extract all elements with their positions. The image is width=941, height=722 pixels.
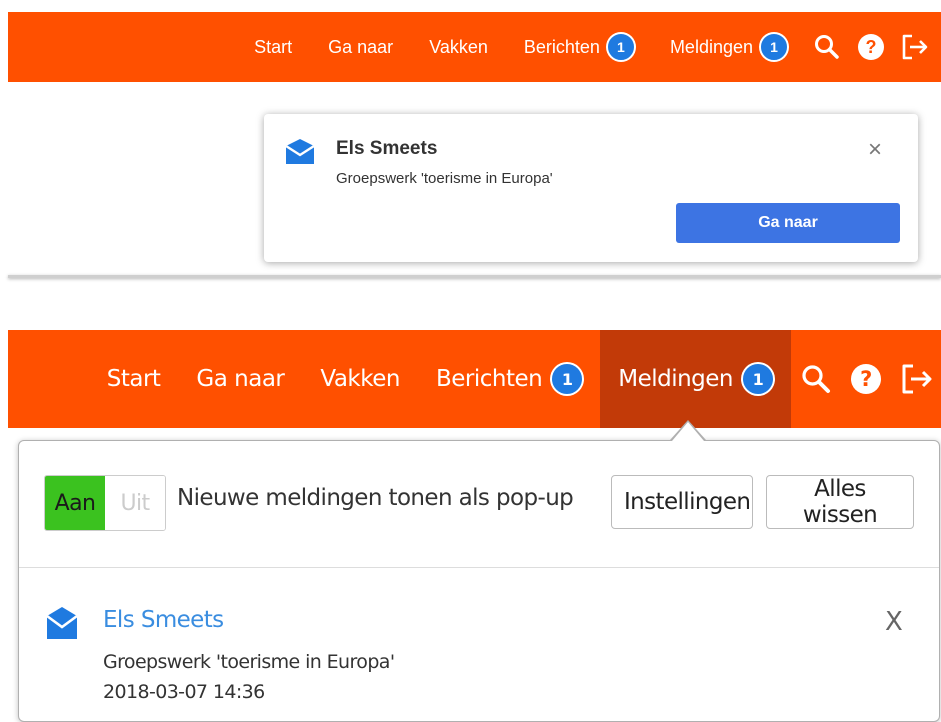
logout-button[interactable] [893,12,937,82]
toast-subject: Groepswerk 'toerisme in Europa' [336,170,553,187]
settings-button[interactable]: Instellingen [611,475,753,529]
nav-start[interactable]: Start [89,330,179,428]
toast-goto-button[interactable]: Ga naar [676,203,900,243]
panel-divider [19,567,939,568]
notification-sender-link[interactable]: Els Smeets [103,607,224,633]
toggle-off-option[interactable]: Uit [105,476,165,530]
notifications-badge: 1 [743,364,773,394]
nav-messages[interactable]: Berichten 1 [418,330,600,428]
toast-sender: Els Smeets [336,138,438,159]
search-icon [802,365,830,393]
nav-goto-label: Ga naar [328,36,394,57]
nav-goto[interactable]: Ga naar [310,12,411,82]
top-navbar: Start Ga naar Vakken Berichten 1 Melding… [8,12,941,82]
help-icon: ? [858,34,884,60]
nav-courses[interactable]: Vakken [411,12,506,82]
envelope-icon [285,139,315,164]
search-button[interactable] [805,12,849,82]
help-icon: ? [851,364,881,394]
nav-courses-label: Vakken [429,36,488,57]
notifications-panel: Aan Uit Nieuwe meldingen tonen als pop-u… [18,440,940,722]
search-icon [815,35,839,59]
nav-notifications-label: Meldingen [618,366,733,392]
notifications-badge: 1 [761,34,787,60]
logout-icon [902,364,932,394]
nav-start[interactable]: Start [236,12,310,82]
popup-toggle[interactable]: Aan Uit [44,475,166,531]
logout-button[interactable] [891,330,941,428]
nav-courses-label: Vakken [320,366,400,392]
toggle-on-option[interactable]: Aan [45,476,105,530]
nav-start-label: Start [106,366,161,392]
popup-setting-label: Nieuwe meldingen tonen als pop-up [177,485,574,511]
nav-messages-label: Berichten [435,366,543,392]
help-button[interactable]: ? [849,12,893,82]
notification-toast: Els Smeets Groepswerk 'toerisme in Europ… [264,114,918,262]
nav-messages[interactable]: Berichten 1 [506,12,652,82]
envelope-icon [46,607,78,639]
nav-messages-label: Berichten [523,36,600,57]
search-button[interactable] [791,330,841,428]
help-button[interactable]: ? [841,330,891,428]
panel-caret-fill [672,422,704,441]
nav-courses[interactable]: Vakken [302,330,418,428]
notification-subject: Groepswerk 'toerisme in Europa' [103,651,395,673]
nav-goto[interactable]: Ga naar [178,330,302,428]
section-divider [8,275,941,278]
logout-icon [902,34,928,60]
notification-close-icon[interactable]: X [885,607,903,637]
nav-start-label: Start [254,36,293,57]
clear-all-button[interactable]: Alles wissen [766,475,914,529]
nav-goto-label: Ga naar [196,366,285,392]
toast-close-icon[interactable]: × [868,138,882,162]
nav-notifications[interactable]: Meldingen 1 [652,12,805,82]
nav-notifications-active[interactable]: Meldingen 1 [600,330,791,428]
nav-notifications-label: Meldingen [669,36,753,57]
messages-badge: 1 [607,34,634,60]
bottom-navbar: Start Ga naar Vakken Berichten 1 Melding… [8,330,941,428]
messages-badge: 1 [552,364,583,394]
